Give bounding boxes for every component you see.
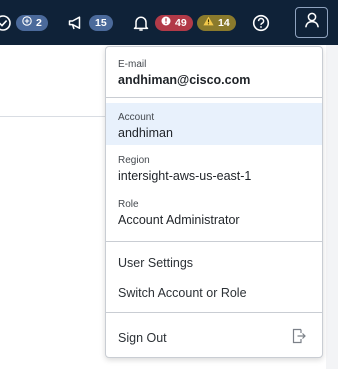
add-circle-icon bbox=[22, 16, 32, 29]
account-label: Account bbox=[118, 112, 155, 123]
page-scroll-strip bbox=[326, 45, 338, 369]
help-circle-icon[interactable] bbox=[252, 0, 270, 45]
requests-count: 2 bbox=[36, 16, 42, 29]
warning-icon bbox=[203, 16, 214, 29]
profile-button[interactable] bbox=[295, 7, 328, 38]
sign-out-item[interactable]: Sign Out bbox=[118, 331, 167, 345]
announcements-count: 15 bbox=[95, 16, 107, 29]
region-section: Region intersight-aws-us-east-1 bbox=[106, 155, 322, 191]
user-icon bbox=[303, 11, 321, 34]
menu-divider bbox=[106, 241, 322, 242]
menu-divider bbox=[106, 97, 322, 98]
role-section: Role Account Administrator bbox=[106, 199, 322, 235]
account-value: andhiman bbox=[118, 126, 173, 140]
critical-alarms-count: 49 bbox=[175, 16, 187, 29]
critical-alarms-badge[interactable]: 49 bbox=[155, 0, 193, 45]
announcements-badge[interactable]: 15 bbox=[89, 0, 113, 45]
user-settings-item[interactable]: User Settings bbox=[118, 256, 193, 270]
error-icon bbox=[161, 16, 171, 29]
region-label: Region bbox=[118, 155, 150, 166]
switch-account-item[interactable]: Switch Account or Role bbox=[118, 286, 247, 300]
bell-icon[interactable] bbox=[132, 0, 150, 45]
account-section[interactable]: Account andhiman bbox=[106, 103, 322, 145]
megaphone-icon[interactable] bbox=[67, 0, 85, 45]
check-circle-icon[interactable] bbox=[0, 0, 12, 45]
role-label: Role bbox=[118, 199, 139, 210]
email-value: andhiman@cisco.com bbox=[118, 73, 251, 87]
sign-out-icon[interactable] bbox=[292, 328, 306, 349]
role-value: Account Administrator bbox=[118, 213, 240, 227]
page-divider bbox=[0, 116, 105, 117]
warning-alarms-badge[interactable]: 14 bbox=[197, 0, 236, 45]
requests-badge[interactable]: 2 bbox=[16, 0, 48, 45]
profile-menu: E-mail andhiman@cisco.com Account andhim… bbox=[105, 46, 323, 358]
warning-alarms-count: 14 bbox=[218, 16, 230, 29]
region-value: intersight-aws-us-east-1 bbox=[118, 169, 252, 183]
top-nav-bar: 2 15 49 14 bbox=[0, 0, 338, 45]
email-section: E-mail andhiman@cisco.com bbox=[106, 59, 322, 99]
email-label: E-mail bbox=[118, 59, 147, 70]
menu-divider bbox=[106, 312, 322, 313]
